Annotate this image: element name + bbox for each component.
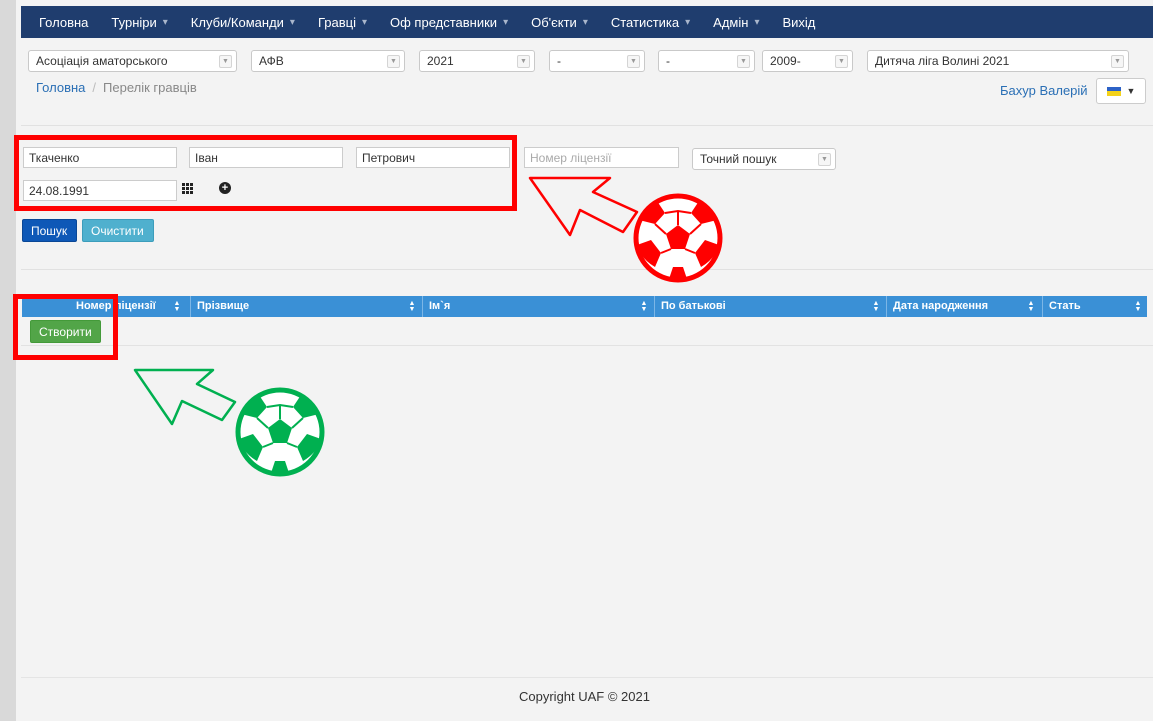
column-label: Стать	[1049, 300, 1081, 312]
search-mode-select[interactable]: Точний пошук ▼	[692, 148, 836, 170]
column-birth-date[interactable]: Дата народження ▲ ▼	[886, 296, 1042, 317]
column-last-name[interactable]: Прізвище ▲ ▼	[190, 296, 422, 317]
nav-item-tournaments[interactable]: Турніри ▾	[111, 15, 167, 30]
column-label: Ім`я	[429, 300, 451, 312]
nav-label: Адмін	[713, 14, 749, 30]
filter-bar: Асоціація аматорського ▼ АФВ ▼ 2021 ▼ - ▼ - ▼…	[16, 50, 1153, 72]
chevron-down-icon: ▼	[737, 55, 750, 68]
column-label: Прізвище	[197, 300, 250, 312]
sort-icon: ▲ ▼	[872, 299, 880, 313]
clear-button[interactable]: Очистити	[82, 219, 154, 242]
birth-year-select[interactable]: 2009- ▼	[762, 50, 853, 72]
nav-label: Турніри	[111, 14, 157, 30]
chevron-down-icon: ▾	[754, 16, 760, 28]
association-select[interactable]: Асоціація аматорського ▼	[28, 50, 237, 72]
annotation-highlight-box	[14, 135, 517, 211]
page: Головна Турніри ▾ Клуби/Команди ▾ Гравці ▾ …	[16, 0, 1153, 721]
federation-select[interactable]: АФВ ▼	[251, 50, 405, 72]
select-value: -	[557, 54, 561, 68]
nav-item-statistics[interactable]: Статистика ▾	[611, 15, 690, 30]
column-label: Дата народження	[893, 300, 989, 312]
breadcrumb: Головна / Перелік гравців	[36, 80, 197, 95]
chevron-down-icon: ▾	[162, 16, 168, 28]
nav-label: Вихід	[782, 14, 816, 30]
divider	[21, 677, 1153, 678]
select-value: 2009-	[770, 54, 801, 68]
chevron-down-icon: ▾	[503, 16, 509, 28]
nav-item-clubs[interactable]: Клуби/Команди ▾	[191, 15, 295, 30]
green-arrow-icon	[133, 368, 237, 426]
nav-item-home[interactable]: Головна	[39, 15, 88, 30]
nav-label: Клуби/Команди	[190, 14, 284, 30]
annotation-highlight-box	[13, 294, 118, 360]
sort-icon: ▲ ▼	[1027, 299, 1035, 313]
select-value: 2021	[427, 54, 454, 68]
divider	[21, 345, 1153, 346]
nav-label: Статистика	[610, 14, 680, 30]
nav-label: Гравці	[317, 14, 356, 30]
select-value: АФВ	[259, 54, 284, 68]
top-navbar: Головна Турніри ▾ Клуби/Команди ▾ Гравці ▾ …	[21, 6, 1153, 38]
license-number-input[interactable]: Номер ліцензії	[524, 147, 679, 168]
nav-item-players[interactable]: Гравці ▾	[318, 15, 367, 30]
column-patronymic[interactable]: По батькові ▲ ▼	[654, 296, 886, 317]
ua-flag-icon	[1106, 86, 1121, 96]
sort-icon: ▲ ▼	[173, 299, 181, 313]
select-value: Точний пошук	[700, 152, 777, 166]
chevron-down-icon: ▾	[582, 16, 588, 28]
chevron-down-icon: ▾	[289, 16, 295, 28]
sort-icon: ▲ ▼	[1134, 299, 1142, 313]
red-arrow-icon	[528, 176, 639, 237]
chevron-down-icon: ▼	[387, 55, 400, 68]
nav-item-officials[interactable]: Оф представники ▾	[390, 15, 508, 30]
nav-label: Об'єкти	[531, 14, 577, 30]
red-soccer-ball-icon	[633, 193, 723, 283]
search-button[interactable]: Пошук	[22, 219, 77, 242]
chevron-down-icon: ▼	[1111, 55, 1124, 68]
column-first-name[interactable]: Ім`я ▲ ▼	[422, 296, 654, 317]
nav-item-objects[interactable]: Об'єкти ▾	[531, 15, 588, 30]
divider	[21, 125, 1153, 126]
chevron-down-icon: ▾	[685, 16, 691, 28]
nav-label: Оф представники	[390, 14, 498, 30]
year-select[interactable]: 2021 ▼	[419, 50, 535, 72]
breadcrumb-home-link[interactable]: Головна	[36, 80, 85, 95]
chevron-down-icon: ▼	[627, 55, 640, 68]
column-label: По батькові	[661, 300, 726, 312]
select-value: -	[666, 54, 670, 68]
nav-item-admin[interactable]: Адмін ▾	[713, 15, 759, 30]
chevron-down-icon: ▾	[361, 16, 367, 28]
chevron-down-icon: ▼	[219, 55, 232, 68]
green-soccer-ball-icon	[235, 387, 325, 477]
select-value: Дитяча ліга Волині 2021	[875, 54, 1010, 68]
players-table-header: Номер ліцензії ▲ ▼ Прізвище ▲ ▼ Ім`я ▲ ▼ По ба…	[22, 296, 1147, 317]
language-dropdown-button[interactable]: ▼	[1096, 78, 1146, 104]
nav-label: Головна	[39, 14, 89, 30]
filter-select-5[interactable]: - ▼	[658, 50, 755, 72]
sort-icon: ▲ ▼	[408, 299, 416, 313]
chevron-down-icon: ▼	[517, 55, 530, 68]
breadcrumb-separator: /	[92, 80, 97, 95]
chevron-down-icon: ▼	[835, 55, 848, 68]
breadcrumb-current: Перелік гравців	[103, 80, 197, 95]
nav-item-logout[interactable]: Вихід	[782, 15, 815, 30]
column-gender[interactable]: Стать ▲ ▼	[1042, 296, 1147, 317]
chevron-down-icon: ▼	[818, 153, 831, 166]
sort-icon: ▲ ▼	[640, 299, 648, 313]
chevron-down-icon: ▼	[1126, 86, 1136, 96]
filter-select-4[interactable]: - ▼	[549, 50, 645, 72]
league-select[interactable]: Дитяча ліга Волині 2021 ▼	[867, 50, 1129, 72]
select-value: Асоціація аматорського	[36, 54, 168, 68]
user-name-link[interactable]: Бахур Валерій	[1000, 83, 1088, 98]
divider	[21, 269, 1153, 270]
footer-copyright: Copyright UAF © 2021	[519, 689, 650, 704]
